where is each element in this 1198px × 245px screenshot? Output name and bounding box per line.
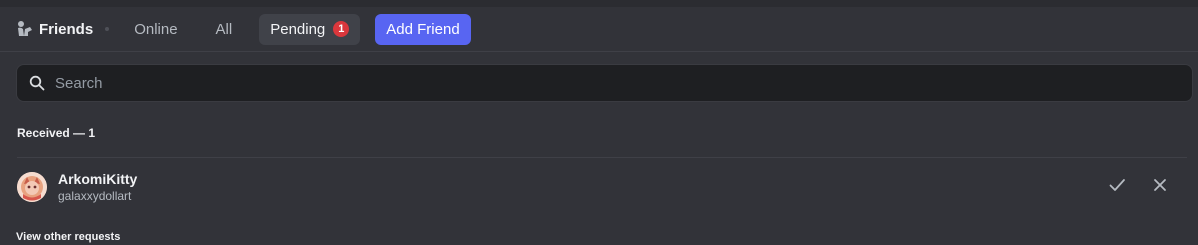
friend-request-row[interactable]: ArkomiKitty galaxxydollart [17,164,1187,210]
tab-all-label: All [215,20,233,38]
tab-online-label: Online [134,20,178,38]
close-icon [1152,177,1168,198]
received-section-label: Received — 1 [17,126,96,140]
tab-online[interactable]: Online [123,14,188,45]
search-box[interactable] [16,64,1193,102]
request-username: ArkomiKitty [58,171,138,187]
search-input[interactable] [55,74,1192,92]
avatar[interactable] [17,172,47,202]
pending-count-badge: 1 [333,21,350,37]
section-divider [17,157,1187,158]
tab-pending-label: Pending [270,20,326,38]
friends-title-label: Friends [39,20,94,38]
search-icon [29,75,45,91]
window-top-strip [0,0,1198,7]
decline-request-button[interactable] [1149,176,1171,198]
header-separator-dot [105,27,110,31]
friends-header: Friends Online All Pending 1 Add Friend [0,7,1198,52]
tab-pending[interactable]: Pending 1 [259,13,361,45]
request-handle: galaxxydollart [58,189,132,203]
friends-waving-icon [16,20,34,38]
accept-request-button[interactable] [1106,176,1128,198]
view-other-requests-link[interactable]: View other requests [16,231,120,243]
friends-page: Friends Online All Pending 1 Add Friend … [0,0,1198,245]
friends-title: Friends [16,20,93,38]
check-icon [1108,176,1126,199]
add-friend-button[interactable]: Add Friend [375,13,471,45]
tab-all[interactable]: All [205,14,244,45]
request-user-info: ArkomiKitty galaxxydollart [58,170,137,204]
